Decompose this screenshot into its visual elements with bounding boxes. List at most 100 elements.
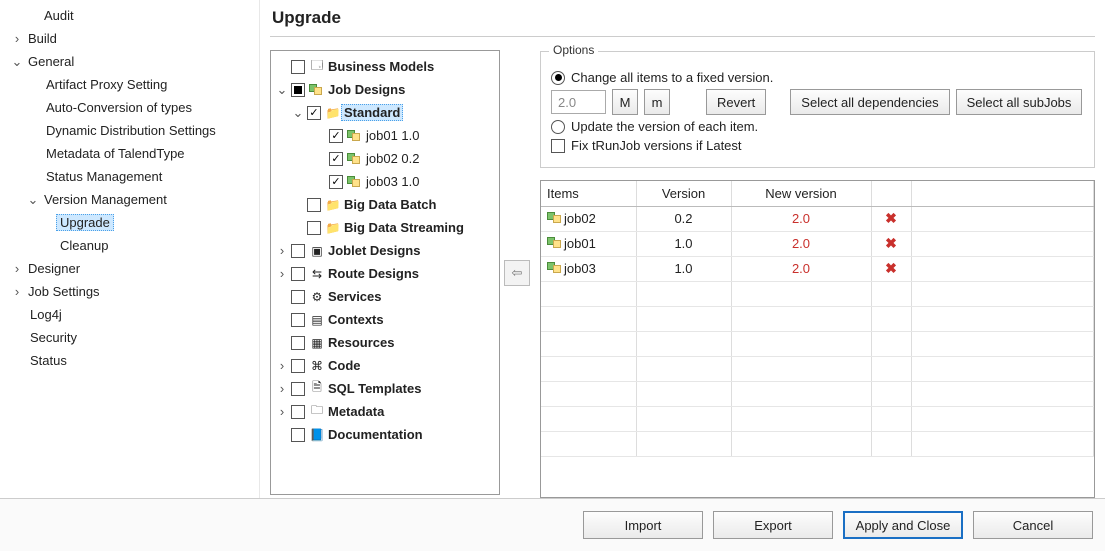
import-button[interactable]: Import: [583, 511, 703, 539]
radio-per-item[interactable]: [551, 120, 565, 134]
chevron-down-icon[interactable]: ⌄: [26, 192, 40, 208]
apply-and-close-button[interactable]: Apply and Close: [843, 511, 963, 539]
checkbox[interactable]: [329, 175, 343, 189]
move-left-button[interactable]: ⇦: [504, 260, 530, 286]
select-all-dependencies-button[interactable]: Select all dependencies: [790, 89, 949, 115]
checkbox-fix-trunjob[interactable]: [551, 139, 565, 153]
chevron-right-icon[interactable]: ›: [275, 404, 289, 419]
nav-item-log4j[interactable]: Log4j: [24, 303, 255, 326]
nav-item-audit[interactable]: Audit: [24, 4, 255, 27]
route-icon: ⇆: [309, 266, 325, 282]
col-items[interactable]: Items: [541, 181, 636, 206]
checkbox[interactable]: [307, 106, 321, 120]
tree-route-designs[interactable]: ›⇆Route Designs: [273, 262, 497, 285]
nav-item-artifact-proxy[interactable]: Artifact Proxy Setting: [40, 73, 255, 96]
table-row[interactable]: job02 0.2 2.0 ✖: [541, 206, 1094, 231]
checkbox[interactable]: [291, 382, 305, 396]
nav-item-status-management[interactable]: Status Management: [40, 165, 255, 188]
table-row[interactable]: job01 1.0 2.0 ✖: [541, 231, 1094, 256]
chevron-down-icon[interactable]: ⌄: [10, 54, 24, 70]
tree-sql-templates[interactable]: ›🗎SQL Templates: [273, 377, 497, 400]
version-input[interactable]: 2.0: [551, 90, 606, 114]
export-button[interactable]: Export: [713, 511, 833, 539]
tree-services[interactable]: ⚙Services: [273, 285, 497, 308]
nav-item-auto-conversion[interactable]: Auto-Conversion of types: [40, 96, 255, 119]
documentation-icon: 📘: [309, 427, 325, 443]
tree-standard[interactable]: ⌄📁Standard: [273, 101, 497, 124]
select-all-subjobs-button[interactable]: Select all subJobs: [956, 89, 1083, 115]
folder-icon: 📁: [325, 197, 341, 213]
radio-fixed-version[interactable]: [551, 71, 565, 85]
checkbox[interactable]: [291, 313, 305, 327]
checkbox[interactable]: [329, 129, 343, 143]
metadata-icon: 🗀: [309, 404, 325, 420]
nav-item-build[interactable]: ›Build: [8, 27, 255, 50]
delete-icon[interactable]: ✖: [885, 260, 897, 276]
tree-resources[interactable]: ▦Resources: [273, 331, 497, 354]
major-button[interactable]: M: [612, 89, 638, 115]
contexts-icon: ▤: [309, 312, 325, 328]
tree-metadata[interactable]: ›🗀Metadata: [273, 400, 497, 423]
nav-item-job-settings[interactable]: ›Job Settings: [8, 280, 255, 303]
checkbox[interactable]: [329, 152, 343, 166]
checkbox[interactable]: [291, 60, 305, 74]
tree-job02[interactable]: job02 0.2: [273, 147, 497, 170]
project-tree[interactable]: 🗔Business Models ⌄Job Designs ⌄📁Standard…: [270, 50, 500, 495]
nav-item-metadata-talendtype[interactable]: Metadata of TalendType: [40, 142, 255, 165]
nav-item-status[interactable]: Status: [24, 349, 255, 372]
minor-button[interactable]: m: [644, 89, 670, 115]
tree-code[interactable]: ›⌘Code: [273, 354, 497, 377]
nav-item-version-management[interactable]: ⌄Version Management: [24, 188, 255, 211]
tree-big-data-batch[interactable]: 📁Big Data Batch: [273, 193, 497, 216]
tree-job01[interactable]: job01 1.0: [273, 124, 497, 147]
nav-item-general[interactable]: ⌄General: [8, 50, 255, 73]
checkbox[interactable]: [291, 83, 305, 97]
chevron-right-icon[interactable]: ›: [275, 358, 289, 373]
checkbox[interactable]: [291, 405, 305, 419]
chevron-right-icon[interactable]: ›: [10, 31, 24, 46]
chevron-right-icon[interactable]: ›: [275, 266, 289, 281]
delete-icon[interactable]: ✖: [885, 235, 897, 251]
nav-item-security[interactable]: Security: [24, 326, 255, 349]
checkbox[interactable]: [307, 198, 321, 212]
services-icon: ⚙: [309, 289, 325, 305]
tree-documentation[interactable]: 📘Documentation: [273, 423, 497, 446]
chevron-right-icon[interactable]: ›: [275, 243, 289, 258]
nav-item-upgrade[interactable]: Upgrade: [40, 211, 255, 234]
checkbox[interactable]: [291, 336, 305, 350]
tree-business-models[interactable]: 🗔Business Models: [273, 55, 497, 78]
checkbox[interactable]: [291, 428, 305, 442]
options-legend: Options: [549, 43, 598, 57]
checkbox[interactable]: [291, 290, 305, 304]
code-icon: ⌘: [309, 358, 325, 374]
job-icon: [347, 151, 363, 167]
items-table[interactable]: Items Version New version job02: [540, 180, 1095, 498]
tree-job03[interactable]: job03 1.0: [273, 170, 497, 193]
chevron-right-icon[interactable]: ›: [275, 381, 289, 396]
nav-item-designer[interactable]: ›Designer: [8, 257, 255, 280]
joblet-icon: ▣: [309, 243, 325, 259]
chevron-down-icon[interactable]: ⌄: [291, 105, 305, 121]
delete-icon[interactable]: ✖: [885, 210, 897, 226]
tree-big-data-streaming[interactable]: 📁Big Data Streaming: [273, 216, 497, 239]
col-new-version[interactable]: New version: [731, 181, 871, 206]
nav-item-dynamic-distribution[interactable]: Dynamic Distribution Settings: [40, 119, 255, 142]
radio-per-item-label: Update the version of each item.: [571, 119, 758, 134]
checkbox[interactable]: [291, 267, 305, 281]
checkbox[interactable]: [291, 359, 305, 373]
tree-joblet-designs[interactable]: ›▣Joblet Designs: [273, 239, 497, 262]
cancel-button[interactable]: Cancel: [973, 511, 1093, 539]
chevron-right-icon[interactable]: ›: [10, 284, 24, 299]
checkbox[interactable]: [291, 244, 305, 258]
checkbox[interactable]: [307, 221, 321, 235]
tree-contexts[interactable]: ▤Contexts: [273, 308, 497, 331]
revert-button[interactable]: Revert: [706, 89, 766, 115]
chevron-right-icon[interactable]: ›: [10, 261, 24, 276]
col-version[interactable]: Version: [636, 181, 731, 206]
folder-icon: 📁: [325, 220, 341, 236]
nav-item-cleanup[interactable]: Cleanup: [40, 234, 255, 257]
tree-job-designs[interactable]: ⌄Job Designs: [273, 78, 497, 101]
folder-icon: 📁: [325, 105, 341, 121]
chevron-down-icon[interactable]: ⌄: [275, 82, 289, 98]
table-row[interactable]: job03 1.0 2.0 ✖: [541, 256, 1094, 281]
